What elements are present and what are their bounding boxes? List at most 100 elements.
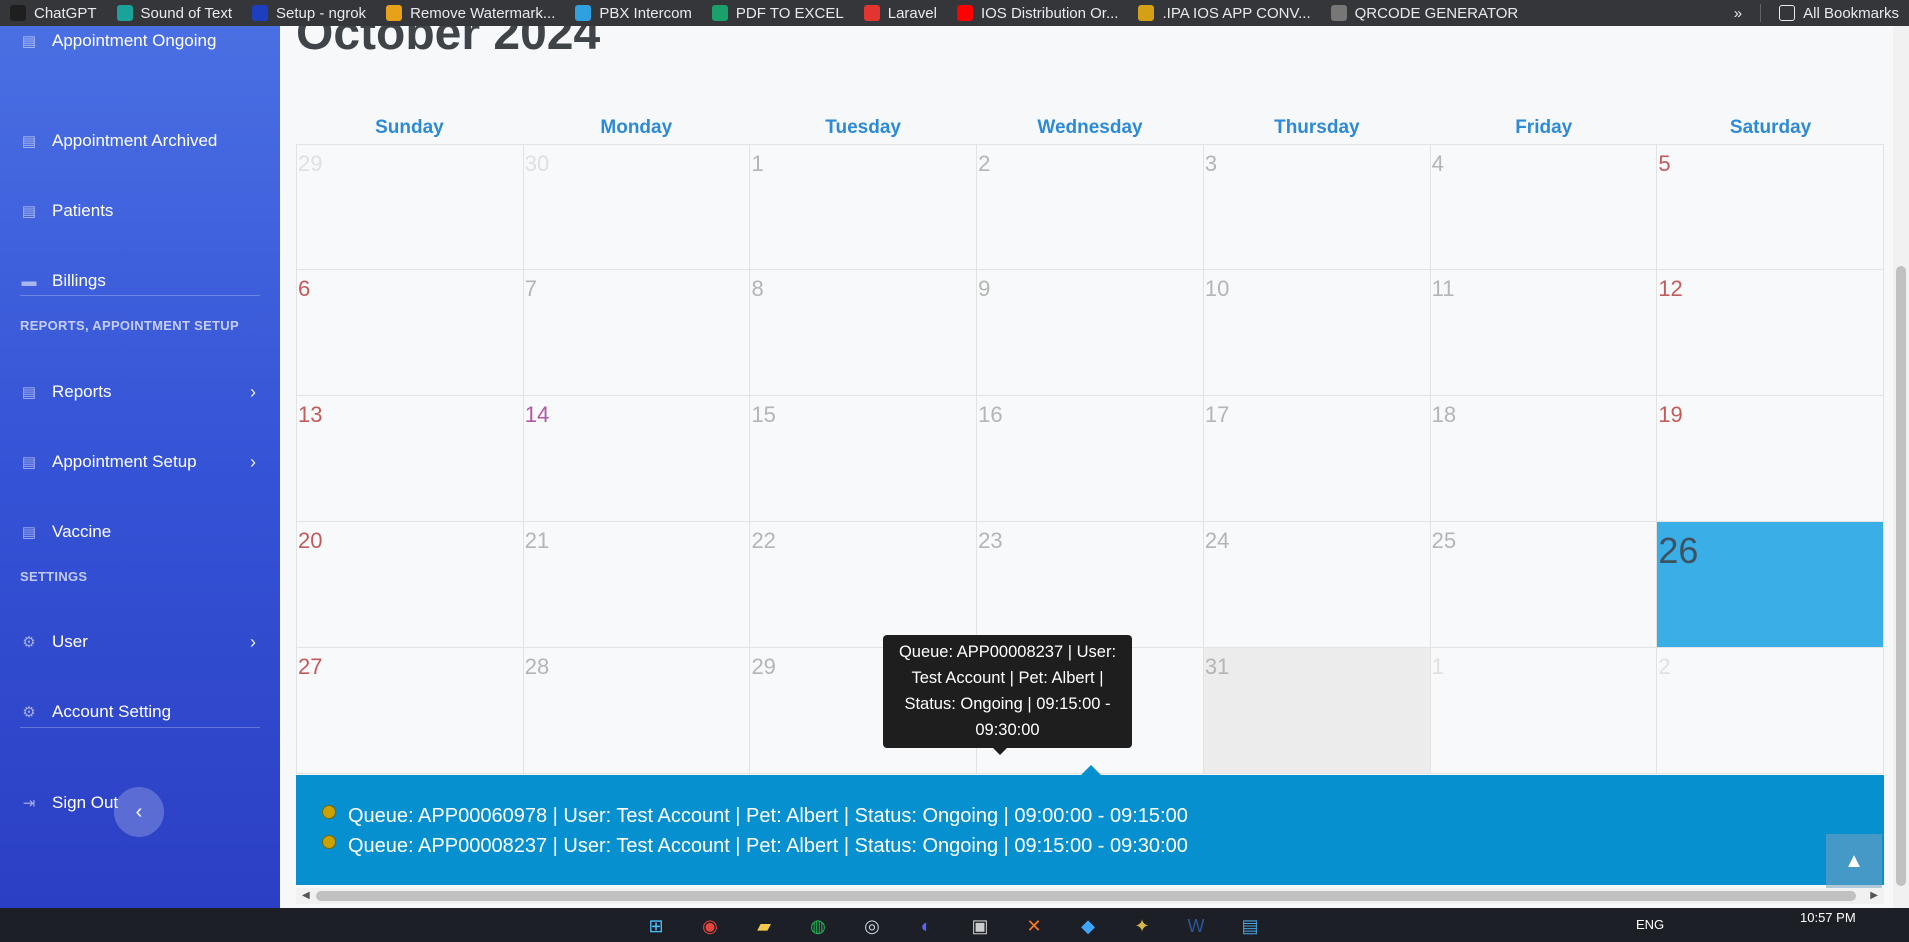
terminal-icon[interactable]: ▣ <box>963 911 997 942</box>
weekday-label: Wednesday <box>1037 117 1143 138</box>
sidebar-item-vaccine[interactable]: ▤ Vaccine <box>0 512 280 552</box>
sidebar-item-patients[interactable]: ▤ Patients <box>0 191 280 231</box>
calendar-day-cell[interactable]: 2 <box>1657 648 1885 774</box>
day-number: 13 <box>298 402 323 427</box>
bookmark-item[interactable]: QRCODE GENERATOR <box>1321 0 1529 26</box>
bookmark-item[interactable]: PBX Intercom <box>565 0 702 26</box>
weekday-label: Saturday <box>1729 117 1812 138</box>
calendar-day-cell[interactable]: 11 <box>1430 270 1658 396</box>
calendar-day-today[interactable]: 26 <box>1657 522 1885 648</box>
scroll-to-top-button[interactable]: ▲ <box>1826 834 1882 888</box>
spotify-icon[interactable]: ◍ <box>801 911 835 942</box>
sidebar-item-appointment-setup[interactable]: ▤ Appointment Setup › <box>0 442 280 482</box>
xampp-icon[interactable]: ✕ <box>1017 911 1051 942</box>
filezilla-icon[interactable]: ✦ <box>1125 911 1159 942</box>
calendar-day-cell[interactable]: 20 <box>296 522 524 648</box>
sidebar-item-account-setting[interactable]: ⚙ Account Setting <box>0 692 280 732</box>
sidebar-item-reports[interactable]: ▤ Reports › <box>0 372 280 412</box>
calendar-day-cell[interactable]: 19 <box>1657 396 1885 522</box>
day-number: 31 <box>1204 654 1230 679</box>
calendar-day-cell[interactable]: 25 <box>1430 522 1658 648</box>
calendar-day-cell[interactable]: 27 <box>296 648 524 774</box>
discord-icon[interactable]: ◐ <box>909 911 943 942</box>
bookmark-item[interactable]: Laravel <box>854 0 947 26</box>
bookmark-item[interactable]: IOS Distribution Or... <box>947 0 1129 26</box>
sidebar-item-label: Vaccine <box>52 522 112 541</box>
clock[interactable]: 10:57 PM <box>1800 908 1856 928</box>
calendar-day-cell[interactable]: 5 <box>1657 144 1885 270</box>
calendar-day-cell[interactable]: 17 <box>1203 396 1431 522</box>
calendar-day-cell[interactable]: 28 <box>523 648 751 774</box>
calendar-day-cell[interactable]: 6 <box>296 270 524 396</box>
weekday-label: Tuesday <box>825 117 901 138</box>
calendar-day-cell[interactable]: 4 <box>1430 144 1658 270</box>
steam-icon[interactable]: ◎ <box>855 911 889 942</box>
chevron-up-icon: ▲ <box>1844 849 1864 872</box>
bookmark-label: ChatGPT <box>34 4 97 22</box>
collapse-sidebar-button[interactable]: ‹ <box>114 787 164 837</box>
more-bookmarks-button[interactable]: » <box>1724 0 1752 26</box>
calendar-day-cell[interactable]: 24 <box>1203 522 1431 648</box>
bookmark-label: Sound of Text <box>140 4 232 22</box>
scroll-right-arrow-icon[interactable]: ▶ <box>1870 888 1878 904</box>
word-icon[interactable]: W <box>1179 911 1213 942</box>
bookmark-label: Remove Watermark... <box>410 4 556 22</box>
scrollbar-thumb[interactable] <box>1896 266 1906 886</box>
sidebar-item-label: Patients <box>52 201 114 220</box>
calendar-day-cell[interactable]: 23 <box>977 522 1204 648</box>
language-indicator[interactable]: ENG <box>1636 908 1664 942</box>
event-list-item[interactable]: Queue: APP00060978 | User: Test Account … <box>296 801 1884 831</box>
calendar-day-cell[interactable]: 9 <box>977 270 1204 396</box>
sidebar-item-appointment-archived[interactable]: ▤ Appointment Archived <box>0 121 280 161</box>
divider <box>20 295 260 296</box>
calendar-day-cell[interactable]: 12 <box>1657 270 1885 396</box>
event-list-item[interactable]: Queue: APP00008237 | User: Test Account … <box>296 831 1884 861</box>
calendar-day-cell[interactable]: 1 <box>750 144 978 270</box>
divider <box>1760 4 1762 22</box>
calendar-day-cell[interactable]: 3 <box>1203 144 1431 270</box>
sign-out-label: Sign Out <box>52 793 119 812</box>
calendar-day-cell[interactable]: 31 <box>1203 648 1431 774</box>
file-explorer-icon[interactable]: ▰ <box>747 911 781 942</box>
calendar-day-cell[interactable]: 30 <box>523 144 751 270</box>
calendar-day-cell[interactable]: 21 <box>523 522 751 648</box>
day-number: 3 <box>1204 151 1218 176</box>
horizontal-scrollbar[interactable]: ◀ ▶ <box>296 888 1884 904</box>
scroll-left-arrow-icon[interactable]: ◀ <box>302 888 310 904</box>
day-number: 27 <box>298 654 323 679</box>
vscode-icon[interactable]: ◆ <box>1071 911 1105 942</box>
chrome-icon[interactable]: ◉ <box>693 911 727 942</box>
calendar-day-cell[interactable]: 10 <box>1203 270 1431 396</box>
day-number: 15 <box>751 402 776 427</box>
sound-icon <box>116 5 133 21</box>
day-number: 29 <box>751 654 776 679</box>
calendar-day-cell[interactable]: 16 <box>977 396 1204 522</box>
day-number: 12 <box>1658 276 1683 301</box>
all-bookmarks-button[interactable]: All Bookmarks <box>1769 0 1909 26</box>
youtube-icon <box>956 5 973 21</box>
calendar-week-row: 29 30 1 2 3 4 5 <box>296 144 1885 270</box>
calendar-day-cell[interactable]: 1 <box>1430 648 1658 774</box>
calendar-day-cell[interactable]: 7 <box>523 270 751 396</box>
sidebar-item-appointment-ongoing[interactable]: ▤ Appointment Ongoing <box>0 21 280 61</box>
calendar-day-cell[interactable]: 29 <box>296 144 524 270</box>
calendar-day-cell[interactable]: 8 <box>750 270 978 396</box>
day-number: 17 <box>1204 402 1230 427</box>
bookmark-item[interactable]: .IPA IOS APP CONV... <box>1128 0 1320 26</box>
calendar-day-cell[interactable]: 18 <box>1430 396 1658 522</box>
folder-icon <box>1779 5 1796 21</box>
scrollbar-thumb[interactable] <box>316 891 1856 901</box>
calendar-day-cell[interactable]: 22 <box>750 522 978 648</box>
clipboard-icon: ▤ <box>21 203 37 220</box>
calendar-day-cell[interactable]: 15 <box>750 396 978 522</box>
bookmark-item[interactable]: Remove Watermark... <box>376 0 565 26</box>
calendar-day-cell[interactable]: 13 <box>296 396 524 522</box>
calendar-day-cell[interactable]: 2 <box>977 144 1204 270</box>
windows-start-icon[interactable]: ⊞ <box>639 911 673 942</box>
bookmark-item[interactable]: PDF TO EXCEL <box>702 0 854 26</box>
notepad-icon[interactable]: ▤ <box>1233 911 1267 942</box>
day-number: 8 <box>751 276 764 301</box>
calendar-day-cell[interactable]: 14 <box>523 396 751 522</box>
sidebar-item-user[interactable]: ⚙ User › <box>0 622 280 662</box>
vertical-scrollbar[interactable] <box>1893 26 1909 908</box>
